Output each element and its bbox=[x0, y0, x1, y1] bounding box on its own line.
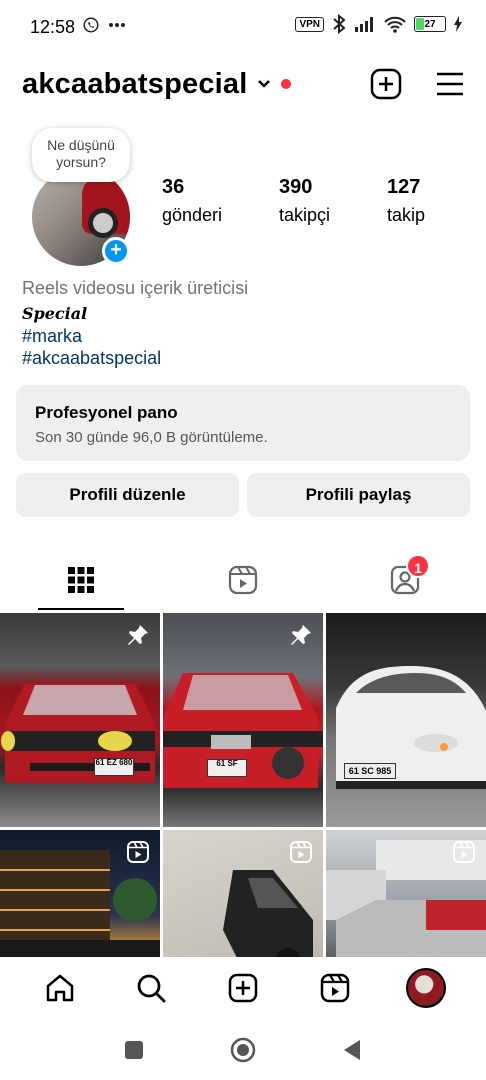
post-thumbnail[interactable]: 61 SC 985 bbox=[326, 613, 486, 827]
bio-category: Reels videosu içerik üreticisi bbox=[22, 278, 249, 298]
status-bar: 12:58 VPN 27 bbox=[0, 0, 486, 52]
active-tab-indicator bbox=[38, 608, 124, 610]
stat-value: 127 bbox=[387, 176, 421, 198]
edit-profile-button[interactable]: Profili düzenle bbox=[16, 473, 239, 517]
stat-label: gönderi bbox=[162, 205, 223, 225]
stat-posts[interactable]: 36 gönderi bbox=[162, 176, 222, 226]
recents-icon[interactable] bbox=[124, 1040, 144, 1060]
note-bubble[interactable]: Ne düşünü yorsun? bbox=[32, 128, 130, 182]
share-profile-button[interactable]: Profili paylaş bbox=[247, 473, 470, 517]
status-time: 12:58 bbox=[30, 17, 76, 37]
post-thumbnail[interactable]: 61 EZ 680 bbox=[0, 613, 160, 827]
search-icon bbox=[137, 974, 166, 1003]
post-thumbnail[interactable] bbox=[163, 830, 323, 957]
license-plate: 61 SC 985 bbox=[344, 763, 396, 779]
dashboard-title: Profesyonel pano bbox=[35, 403, 178, 422]
pin-icon bbox=[291, 625, 311, 645]
stat-value: 36 bbox=[162, 176, 185, 198]
license-plate: 61 EZ 680 bbox=[94, 758, 134, 776]
tab-tagged[interactable] bbox=[324, 548, 486, 612]
vpn-icon: VPN bbox=[295, 16, 324, 32]
posts-grid: 61 EZ 680 61 SF 61 SC 985 bbox=[0, 613, 486, 957]
stat-value: 390 bbox=[279, 176, 313, 198]
menu-icon[interactable] bbox=[436, 72, 464, 96]
bottom-nav bbox=[0, 957, 486, 1019]
car-image bbox=[336, 666, 486, 789]
pin-icon bbox=[128, 625, 148, 645]
wifi-icon bbox=[384, 16, 406, 33]
bio-text: Special bbox=[22, 304, 88, 323]
notification-dot bbox=[281, 79, 292, 89]
stat-following[interactable]: 127 takip bbox=[387, 176, 425, 226]
bluetooth-icon bbox=[333, 14, 346, 34]
tab-grid[interactable] bbox=[0, 548, 162, 612]
system-nav-bar bbox=[0, 1019, 486, 1080]
tagged-count-badge: 1 bbox=[406, 554, 430, 578]
charging-icon bbox=[454, 16, 462, 32]
username[interactable]: akcaabatspecial bbox=[22, 68, 247, 101]
hashtag-link[interactable]: #akcaabatspecial bbox=[22, 348, 161, 369]
reel-icon bbox=[290, 841, 312, 863]
reels-icon bbox=[320, 973, 349, 1003]
nav-search[interactable] bbox=[121, 958, 181, 1018]
home-icon bbox=[46, 974, 74, 1002]
dashboard-subtitle: Son 30 günde 96,0 B görüntüleme. bbox=[35, 429, 268, 446]
signal-icon bbox=[355, 17, 373, 32]
reels-icon bbox=[228, 565, 258, 595]
create-icon[interactable] bbox=[370, 68, 402, 100]
post-thumbnail[interactable]: 61 SF bbox=[163, 613, 323, 827]
grid-icon bbox=[68, 567, 94, 593]
stat-label: takipçi bbox=[279, 205, 331, 225]
nav-create[interactable] bbox=[213, 958, 273, 1018]
profile-avatar-icon bbox=[406, 968, 447, 1008]
profile-header: akcaabatspecial bbox=[22, 62, 464, 106]
professional-dashboard[interactable]: Profesyonel pano Son 30 günde 96,0 B gör… bbox=[16, 385, 470, 461]
tab-reels[interactable] bbox=[162, 548, 324, 612]
reel-icon bbox=[127, 841, 149, 863]
nav-home[interactable] bbox=[30, 958, 90, 1018]
add-story-icon[interactable]: + bbox=[102, 237, 130, 265]
nav-profile[interactable] bbox=[396, 958, 456, 1018]
nav-reels[interactable] bbox=[305, 958, 365, 1018]
whatsapp-icon bbox=[83, 17, 99, 33]
home-button-icon[interactable] bbox=[230, 1037, 256, 1063]
chevron-down-icon[interactable] bbox=[257, 79, 271, 89]
post-thumbnail[interactable] bbox=[326, 830, 486, 957]
back-icon[interactable] bbox=[342, 1039, 362, 1061]
reel-icon bbox=[453, 841, 475, 863]
hashtag-link[interactable]: #marka bbox=[22, 326, 82, 347]
post-thumbnail[interactable] bbox=[0, 830, 160, 957]
stat-label: takip bbox=[387, 205, 426, 225]
license-plate: 61 SF bbox=[207, 759, 247, 777]
battery-icon: 27 bbox=[414, 16, 446, 32]
more-icon bbox=[109, 23, 125, 27]
create-icon bbox=[228, 973, 258, 1003]
stat-followers[interactable]: 390 takipçi bbox=[279, 176, 330, 226]
